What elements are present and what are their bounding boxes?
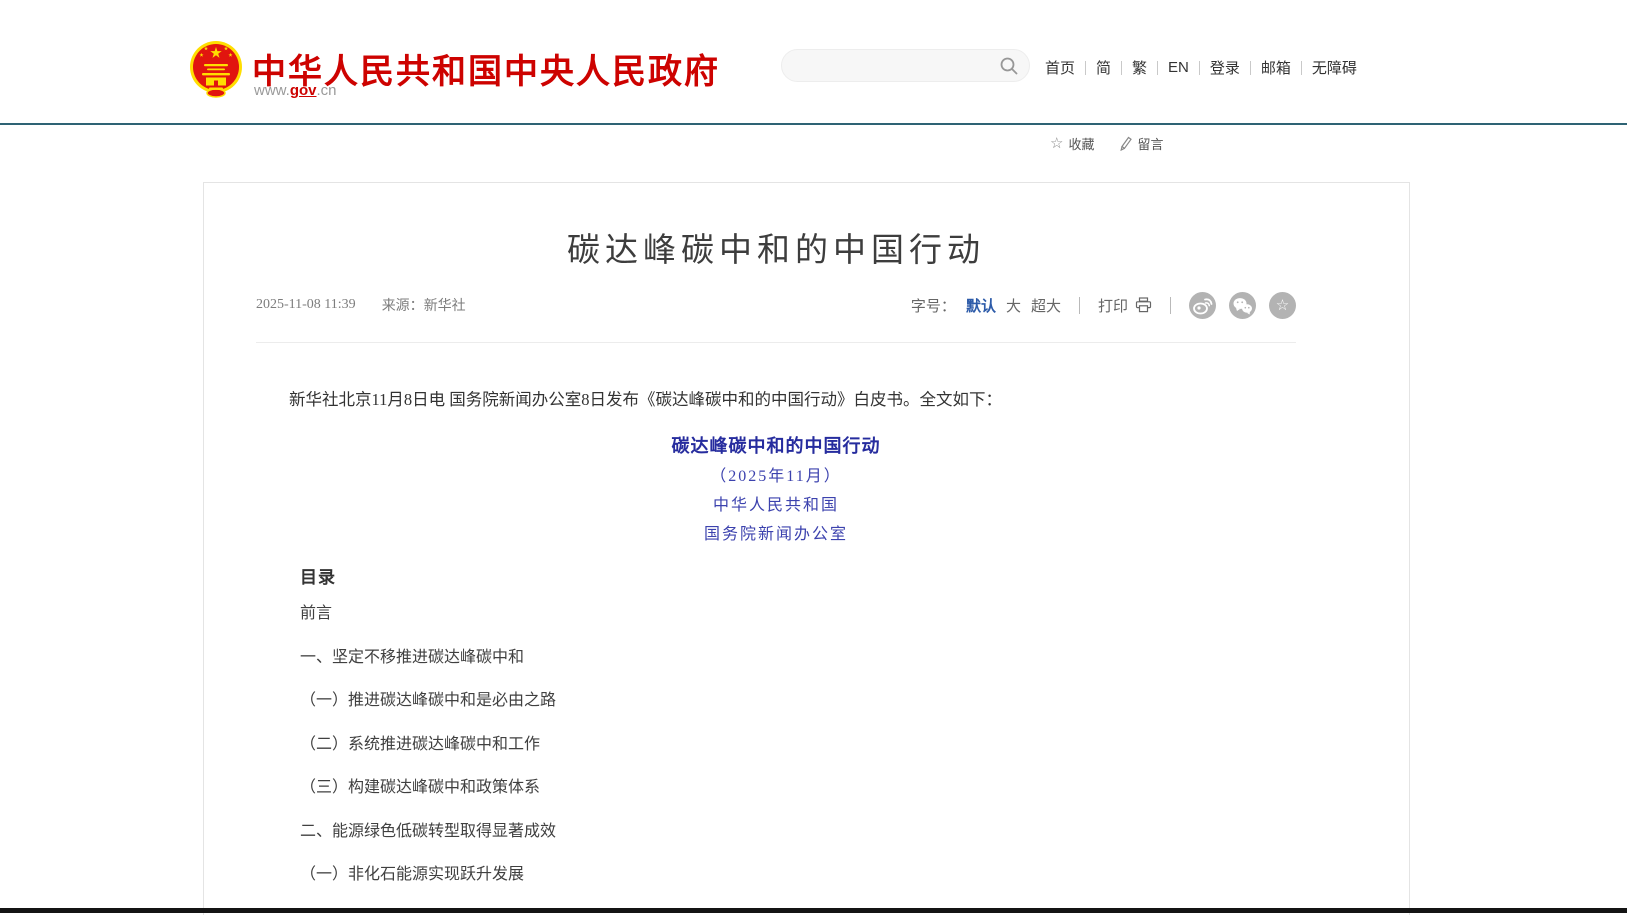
national-emblem-icon[interactable] [189,40,243,98]
search-icon[interactable] [999,56,1019,76]
article-source: 来源：新华社 [382,295,466,315]
doc-org-line2: 国务院新闻办公室 [256,520,1296,544]
printer-icon [1135,297,1152,313]
table-of-contents: 前言 一、坚定不移推进碳达峰碳中和 （一）推进碳达峰碳中和是必由之路 （二）系统… [300,606,556,911]
meta-separator [1079,297,1080,314]
site-header: 中华人民共和国中央人民政府 www.gov.cn 首页 简 繁 EN 登录 邮箱… [0,0,1627,123]
nav-item-traditional[interactable]: 繁 [1132,57,1147,78]
doc-title: 碳达峰碳中和的中国行动 [256,432,1296,458]
nav-item-mail[interactable]: 邮箱 [1261,57,1291,78]
nav-item-login[interactable]: 登录 [1210,57,1240,78]
window-bottom-edge [0,908,1627,913]
doc-org-line1: 中华人民共和国 [256,491,1296,515]
article-title: 碳达峰碳中和的中国行动 [256,223,1296,271]
meta-separator [1170,297,1171,314]
wechat-icon [1229,292,1256,319]
nav-separator [1085,61,1086,75]
top-nav: 首页 简 繁 EN 登录 邮箱 无障碍 [1045,57,1357,78]
nav-item-english[interactable]: EN [1168,59,1189,76]
article-meta-right: 字号： 默认 大 超大 打印 [911,292,1296,319]
share-more-button[interactable]: ☆ [1269,292,1296,319]
print-label: 打印 [1098,295,1128,316]
publish-date: 2025-11-08 11:39 [256,297,356,313]
toc-item: （一）推进碳达峰碳中和是必由之路 [300,693,556,709]
doc-date: （2025年11月） [256,462,1296,486]
share-star-icon: ☆ [1276,298,1289,313]
site-url-gov: gov [290,82,317,99]
font-size-xlarge-button[interactable]: 超大 [1031,295,1061,316]
toc-item: （二）系统推进碳达峰碳中和工作 [300,737,556,753]
share-wechat-button[interactable] [1229,292,1256,319]
meta-divider [256,342,1296,343]
nav-separator [1250,61,1251,75]
nav-item-simplified[interactable]: 简 [1096,57,1111,78]
font-size-default-button[interactable]: 默认 [966,295,996,316]
nav-separator [1301,61,1302,75]
share-weibo-button[interactable] [1189,292,1216,319]
article-meta-row: 2025-11-08 11:39 来源：新华社 字号： 默认 大 超大 打印 [256,287,1296,323]
toc-item: 一、坚定不移推进碳达峰碳中和 [300,650,556,666]
site-url-suffix: .cn [317,82,337,99]
page-toolbar: ☆ 收藏 留言 [1050,134,1163,153]
favorite-button[interactable]: ☆ 收藏 [1050,134,1094,153]
print-button[interactable]: 打印 [1098,295,1152,316]
site-url[interactable]: www.gov.cn [254,82,337,99]
header-divider [0,123,1627,125]
article-container: 碳达峰碳中和的中国行动 2025-11-08 11:39 来源：新华社 字号： … [203,182,1410,915]
site-url-prefix: www. [254,82,290,99]
star-icon: ☆ [1050,137,1063,150]
pencil-icon [1118,136,1132,151]
nav-separator [1199,61,1200,75]
search-input[interactable] [796,52,986,79]
toc-item: 前言 [300,606,556,622]
toc-item: （一）非化石能源实现跃升发展 [300,867,556,883]
nav-item-accessibility[interactable]: 无障碍 [1312,57,1357,78]
toc-heading: 目录 [300,563,336,588]
nav-separator [1121,61,1122,75]
comment-button[interactable]: 留言 [1118,134,1163,153]
weibo-icon [1189,292,1216,319]
font-size-large-button[interactable]: 大 [1006,295,1021,316]
article-meta-left: 2025-11-08 11:39 来源：新华社 [256,295,466,315]
source-label: 来源： [382,299,424,314]
font-size-label: 字号： [911,295,956,316]
lead-paragraph: 新华社北京11月8日电 国务院新闻办公室8日发布《碳达峰碳中和的中国行动》白皮书… [256,387,1296,413]
comment-label: 留言 [1137,134,1163,153]
nav-item-home[interactable]: 首页 [1045,57,1075,78]
favorite-label: 收藏 [1068,134,1094,153]
toc-item: （三）构建碳达峰碳中和政策体系 [300,780,556,796]
gov-cn-page: 中华人民共和国中央人民政府 www.gov.cn 首页 简 繁 EN 登录 邮箱… [0,0,1627,915]
source-name: 新华社 [424,299,466,314]
search-box [781,49,1030,82]
nav-separator [1157,61,1158,75]
toc-item: 二、能源绿色低碳转型取得显著成效 [300,824,556,840]
